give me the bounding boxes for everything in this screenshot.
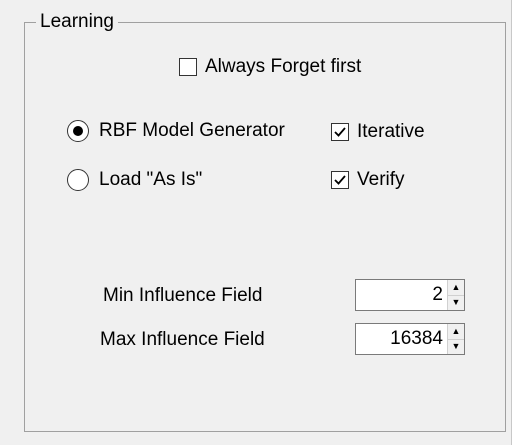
spin-down-icon[interactable]: ▼ <box>448 294 464 311</box>
always-forget-first-checkbox[interactable]: Always Forget first <box>179 55 361 79</box>
max-influence-field-value[interactable]: 16384 <box>356 324 447 354</box>
rbf-model-generator-radio[interactable]: RBF Model Generator <box>67 119 285 143</box>
max-influence-spin-buttons: ▲ ▼ <box>447 324 464 354</box>
always-forget-first-box[interactable] <box>179 58 197 76</box>
learning-group-title: Learning <box>36 10 118 34</box>
verify-checkbox[interactable]: Verify <box>331 168 405 192</box>
min-influence-field-label: Min Influence Field <box>103 285 263 306</box>
rbf-model-generator-radio-circle[interactable] <box>67 120 89 142</box>
load-as-is-radio-circle[interactable] <box>67 169 89 191</box>
load-as-is-label: Load "As Is" <box>99 169 203 190</box>
min-influence-field-value[interactable]: 2 <box>356 280 447 310</box>
load-as-is-radio[interactable]: Load "As Is" <box>67 168 202 192</box>
spin-up-icon[interactable]: ▲ <box>448 280 464 295</box>
verify-box[interactable] <box>331 171 349 189</box>
checkmark-icon <box>334 175 346 185</box>
verify-label: Verify <box>357 169 405 190</box>
min-influence-spin-buttons: ▲ ▼ <box>447 280 464 310</box>
radio-selected-dot <box>73 126 83 136</box>
spin-up-icon[interactable]: ▲ <box>448 324 464 339</box>
max-influence-field-label: Max Influence Field <box>100 329 265 350</box>
iterative-box[interactable] <box>331 123 349 141</box>
iterative-checkbox[interactable]: Iterative <box>331 120 425 144</box>
rbf-model-generator-label: RBF Model Generator <box>99 120 285 141</box>
min-influence-field-spinbox[interactable]: 2 ▲ ▼ <box>355 279 465 311</box>
checkmark-icon <box>334 127 346 137</box>
max-influence-field-spinbox[interactable]: 16384 ▲ ▼ <box>355 323 465 355</box>
iterative-label: Iterative <box>357 121 425 142</box>
always-forget-first-label: Always Forget first <box>205 56 362 77</box>
spin-down-icon[interactable]: ▼ <box>448 338 464 355</box>
learning-groupbox <box>24 22 506 432</box>
